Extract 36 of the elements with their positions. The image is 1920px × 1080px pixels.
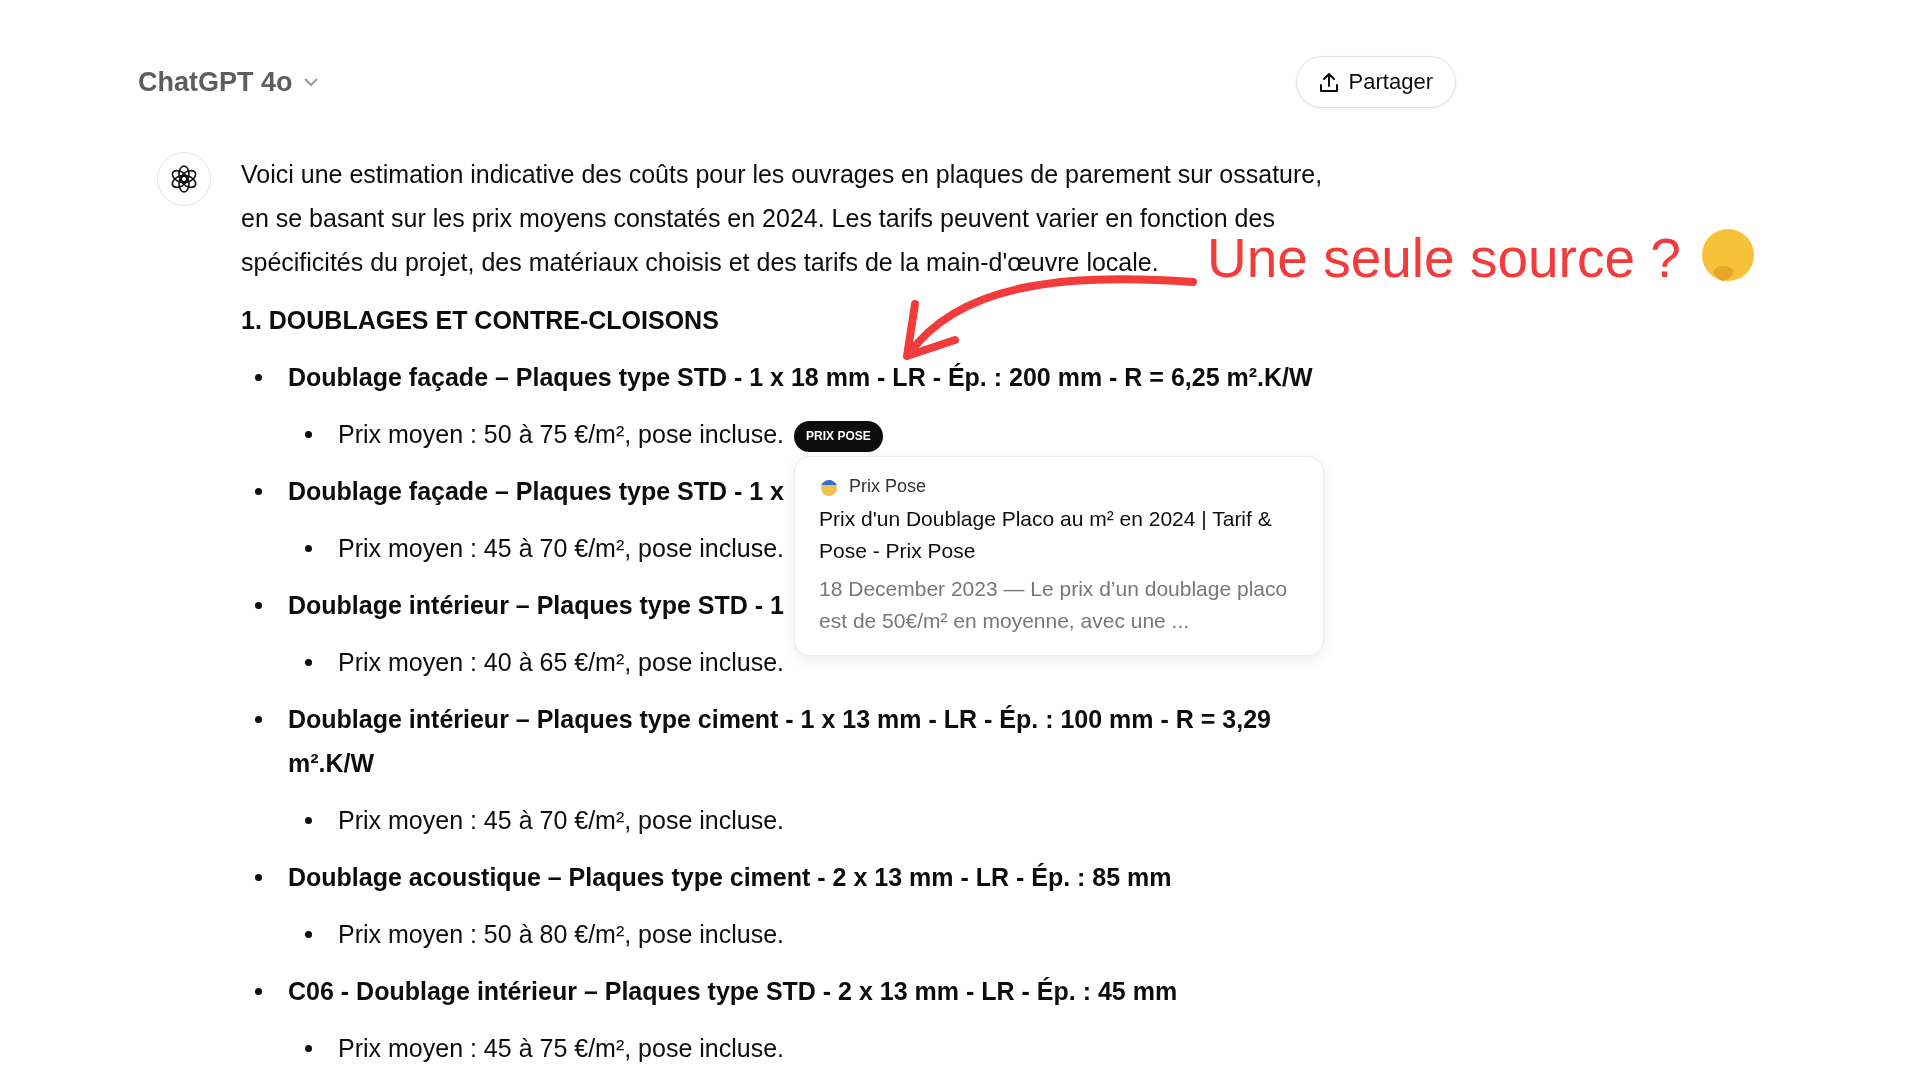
- price-text: Prix moyen : 45 à 70 €/m², pose incluse.: [338, 534, 785, 562]
- item-title: Doublage façade – Plaques type STD - 1 x: [288, 476, 784, 507]
- price-text: Prix moyen : 45 à 75 €/m², pose incluse.: [338, 1034, 785, 1062]
- chevron-down-icon[interactable]: [302, 77, 319, 87]
- price-text: Prix moyen : 45 à 70 €/m², pose incluse.: [338, 806, 785, 834]
- item-title: Doublage acoustique – Plaques type ciment - 2 x 13 mm - LR - Ép. : 85 mm: [288, 862, 1172, 893]
- logo-icon: [169, 164, 199, 194]
- price-text: Prix moyen : 50 à 80 €/m², pose incluse.: [338, 920, 785, 948]
- price-text: Prix moyen : 50 à 75 €/m², pose incluse.: [338, 420, 785, 448]
- item-title: Doublage intérieur – Plaques type ciment - 1 x 13 mm - LR - Ép. : 100 mm - R = 3,29 m².K/W: [288, 704, 1272, 779]
- bullet-icon: [305, 545, 312, 552]
- intro-line: Voici une estimation indicative des coûts pour les ouvrages en plaques de parement sur ossature,: [241, 159, 1323, 190]
- bullet-icon: [255, 602, 262, 609]
- source-name: Prix Pose: [849, 475, 927, 497]
- item-title: Doublage façade – Plaques type STD - 1 x 18 mm - LR - Ép. : 200 mm - R = 6,25 m².K/W: [288, 362, 1313, 393]
- bullet-icon: [255, 716, 262, 723]
- bullet-icon: [255, 988, 262, 995]
- share-icon: [1318, 71, 1339, 93]
- bullet-icon: [305, 931, 312, 938]
- model-name[interactable]: ChatGPT 4o: [138, 66, 293, 98]
- intro-line: spécificités du projet, des matériaux choisis et des tarifs de la main-d'œuvre locale.: [241, 247, 1159, 278]
- bullet-icon: [305, 431, 312, 438]
- bullet-icon: [255, 374, 262, 381]
- item-title: C06 - Doublage intérieur – Plaques type STD - 2 x 13 mm - LR - Ép. : 45 mm: [288, 976, 1178, 1007]
- bullet-icon: [305, 659, 312, 666]
- source-title[interactable]: Prix d'un Doublage Placo au m² en 2024 | Tarif & Pose - Prix Pose: [819, 503, 1300, 567]
- bullet-icon: [255, 874, 262, 881]
- bullet-icon: [305, 817, 312, 824]
- source-snippet: 18 December 2023 — Le prix d’un doublage placo est de 50€/m² en moyenne, avec une ...: [819, 576, 1289, 634]
- section-heading: 1. DOUBLAGES ET CONTRE-CLOISONS: [241, 305, 719, 336]
- bullet-icon: [305, 1045, 312, 1052]
- price-text: Prix moyen : 40 à 65 €/m², pose incluse.: [338, 648, 785, 676]
- bullet-icon: [255, 488, 262, 495]
- share-button[interactable]: Partager: [1295, 56, 1456, 108]
- item-title: Doublage intérieur – Plaques type STD - 1: [288, 590, 784, 621]
- source-badge[interactable]: PRIX POSE: [794, 420, 883, 452]
